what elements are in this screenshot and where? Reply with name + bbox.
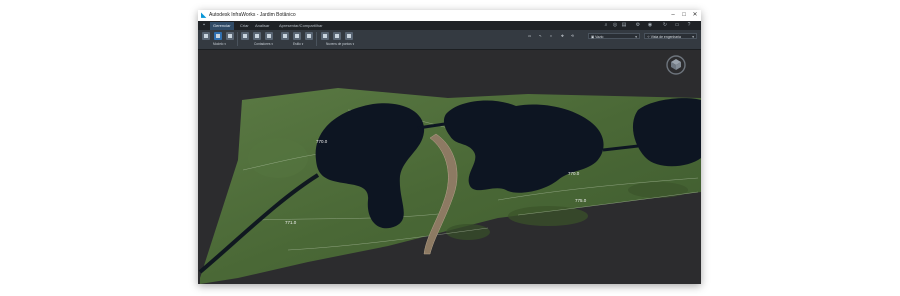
contour-chart-icon (267, 34, 271, 38)
cart-icon[interactable]: ▭ (674, 23, 680, 28)
contour-label: 775.0 (575, 198, 587, 203)
app-logo-icon: ◣ (201, 12, 207, 19)
ribbon-separator (316, 32, 317, 46)
pointcloud-layers-icon (335, 34, 339, 38)
model-select-icon (216, 34, 220, 38)
screen-icon[interactable]: ▭ (528, 33, 531, 39)
pointcloud-tool-1[interactable] (321, 32, 329, 40)
group-label-contadores: Contadores ▾ (254, 42, 273, 46)
title-bar: ◣ Autodesk InfraWorks - Jardim Botânico … (198, 10, 701, 21)
contour-tool-2[interactable] (253, 32, 261, 40)
grass-patch (248, 138, 308, 178)
app-menu-icon[interactable]: ▪ (201, 23, 207, 28)
style-tool-1[interactable] (281, 32, 289, 40)
model-properties-tool[interactable] (226, 32, 234, 40)
collaboration-icon[interactable]: ◎ (612, 23, 618, 28)
camera-dropdown[interactable]: ⊹ Vista de engenharia ▾ (644, 33, 697, 39)
contour-layers-icon (255, 34, 259, 38)
tree-cluster (508, 206, 588, 226)
user-icon[interactable]: ◉ (647, 23, 653, 28)
help-icon[interactable]: ? (686, 23, 692, 28)
ribbon-toolbar: Modelo ▾ Contadores ▾ Estilo ▾ Nuvens de… (198, 30, 701, 50)
camera-icon: ⊹ (647, 35, 650, 39)
tree-cluster (628, 182, 688, 198)
close-button[interactable]: ✕ (689, 10, 701, 21)
chevron-down-icon: ▾ (692, 35, 694, 39)
tab-gerenciar[interactable]: Gerenciar (210, 22, 234, 30)
tab-analisar[interactable]: Analisar (252, 22, 272, 30)
style-tool-2[interactable] (293, 32, 301, 40)
contour-label: 771.0 (285, 220, 297, 225)
view-mode-dropdown[interactable]: ▣ Vazio ▾ (588, 33, 640, 39)
move-icon[interactable]: ✥ (561, 33, 564, 39)
contour-label: 770.0 (568, 171, 580, 176)
infraworks-window: ◣ Autodesk InfraWorks - Jardim Botânico … (198, 10, 701, 284)
chevron-down-icon: ▾ (635, 35, 637, 39)
style-layers-icon (295, 34, 299, 38)
window-title: Autodesk InfraWorks - Jardim Botânico (209, 12, 296, 18)
pointcloud-icon (323, 34, 327, 38)
model-icon[interactable]: ▤ (621, 23, 627, 28)
style-mountain-icon (283, 34, 287, 38)
contour-icon (243, 34, 247, 38)
pointcloud-tool-3[interactable] (345, 32, 353, 40)
style-grid-icon (307, 34, 311, 38)
settings-icon[interactable]: ⚙ (635, 23, 641, 28)
pointcloud-pen-icon (347, 34, 351, 38)
3d-map-viewport[interactable]: 770.0 770.0 775.0 771.0 (198, 50, 701, 284)
tab-apresentar-compartilhar[interactable]: Apresentar/Compartilhar (276, 22, 326, 30)
group-label-nuvens-de-pontos: Nuvens de pontos ▾ (326, 42, 355, 46)
contour-tool-1[interactable] (241, 32, 249, 40)
search-icon[interactable]: ⌕ (603, 23, 609, 28)
tab-criar[interactable]: Criar (237, 22, 252, 30)
style-tool-3[interactable] (305, 32, 313, 40)
model-tool[interactable] (202, 32, 210, 40)
model-properties-icon (228, 34, 232, 38)
group-label-estilo: Estilo ▾ (293, 42, 304, 46)
pointcloud-tool-2[interactable] (333, 32, 341, 40)
view-mode-value: Vazio (595, 35, 604, 39)
model-select-tool[interactable] (214, 32, 222, 40)
view-mode-icon: ▣ (591, 35, 595, 39)
pointer-icon[interactable]: ↖ (539, 33, 542, 39)
terrain-scene: 770.0 770.0 775.0 771.0 (198, 88, 701, 284)
contour-tool-3[interactable] (265, 32, 273, 40)
frame-icon[interactable]: ⌗ (550, 33, 552, 39)
contour-label: 770.0 (316, 139, 328, 144)
tree-cluster (446, 224, 490, 240)
view-cube-icon[interactable] (665, 53, 687, 75)
group-label-modelo: Modelo ▾ (213, 42, 226, 46)
model-tool-icon (204, 34, 208, 38)
menu-bar: ▪ Gerenciar Criar Analisar Apresentar/Co… (198, 21, 701, 30)
ribbon-separator (237, 32, 238, 46)
orbit-icon[interactable]: ⟲ (571, 33, 574, 39)
sync-icon[interactable]: ↻ (662, 23, 668, 28)
camera-value: Vista de engenharia (650, 35, 681, 39)
